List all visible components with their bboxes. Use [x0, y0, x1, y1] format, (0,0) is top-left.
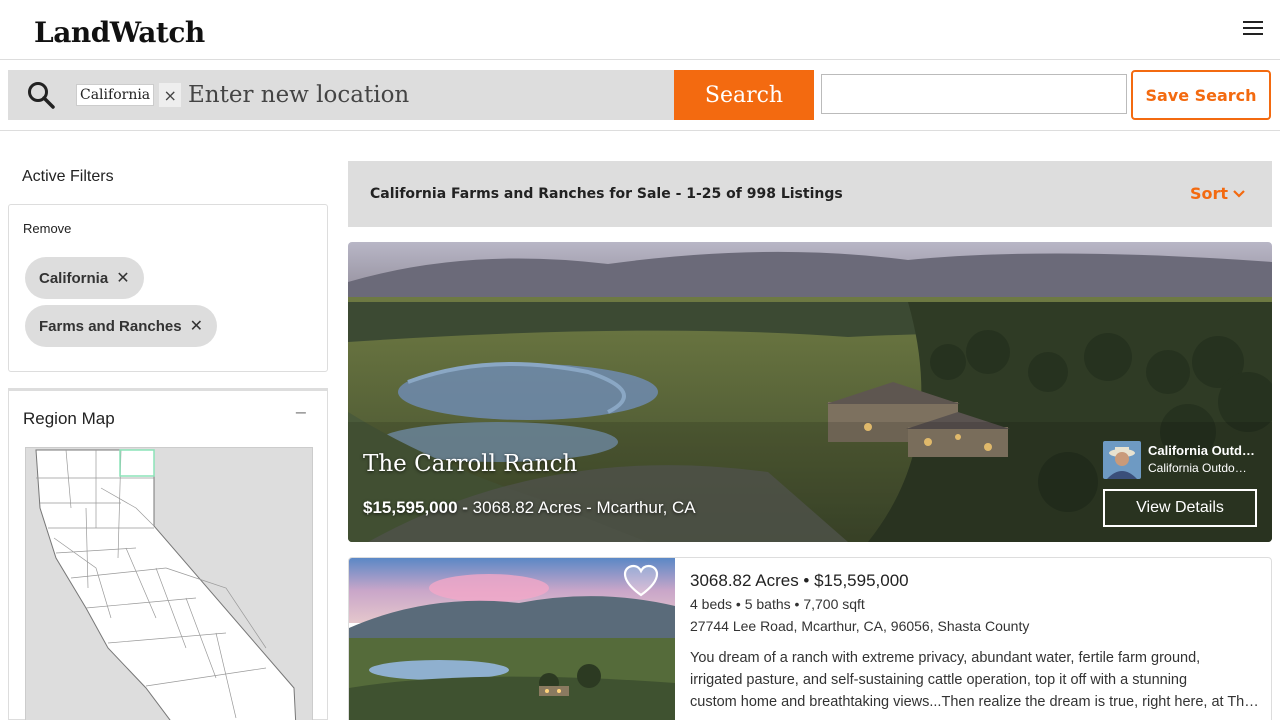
featured-price-value: $15,595,000 - — [363, 498, 468, 517]
favorite-heart-icon[interactable] — [623, 564, 659, 598]
featured-listing-card[interactable]: The Carroll Ranch $15,595,000 - 3068.82 … — [348, 242, 1272, 542]
results-title[interactable]: California Farms and Ranches for Sale - … — [370, 186, 843, 202]
divider — [0, 130, 1280, 131]
agent-company-name[interactable]: California Outdoor Properties — [1148, 443, 1256, 458]
search-button[interactable]: Search — [674, 70, 814, 120]
featured-listing-price[interactable]: $15,595,000 - 3068.82 Acres - Mcarthur, … — [363, 498, 696, 518]
search-icon[interactable] — [26, 80, 56, 110]
listing-address[interactable]: 27744 Lee Road, Mcarthur, CA, 96056, Sha… — [690, 618, 1029, 634]
listing-title[interactable]: 3068.82 Acres • $15,595,000 — [690, 571, 909, 591]
location-search-input[interactable] — [188, 78, 668, 112]
site-header: LandWatch — [0, 0, 1280, 60]
location-chip-label[interactable]: California — [76, 84, 155, 106]
active-filters-panel: Remove California ✕ Farms and Ranches ✕ — [8, 204, 328, 372]
landwatch-logo[interactable]: LandWatch — [34, 16, 205, 49]
filter-pill-farms-and-ranches[interactable]: Farms and Ranches ✕ — [25, 305, 217, 347]
agent-avatar[interactable] — [1103, 441, 1141, 479]
location-chip-remove-icon[interactable]: × — [159, 83, 182, 107]
listing-specs: 4 beds • 5 baths • 7,700 sqft — [690, 596, 865, 612]
search-bar: California × Search — [8, 70, 814, 120]
agent-photo — [1103, 441, 1141, 479]
featured-listing-name[interactable]: The Carroll Ranch — [363, 451, 577, 477]
collapse-minus-icon[interactable]: − — [290, 401, 312, 423]
hamburger-menu-icon[interactable] — [1239, 14, 1267, 42]
region-map-title[interactable]: Region Map — [23, 409, 115, 429]
close-icon[interactable]: ✕ — [116, 268, 129, 288]
listing-description-line: irrigated pasture, and self-sustaining c… — [690, 672, 1188, 688]
filter-pill-label: California — [39, 269, 109, 287]
california-county-map-graphic — [35, 449, 297, 720]
california-region-map[interactable] — [25, 447, 313, 720]
location-chip: California × — [76, 83, 182, 107]
filter-pill-california[interactable]: California ✕ — [25, 257, 144, 299]
save-search-button[interactable]: Save Search — [1131, 70, 1271, 120]
remove-filters-button[interactable]: Remove — [23, 221, 71, 236]
listing-description-line: custom home and breathtaking views...The… — [690, 694, 1262, 710]
sort-button[interactable]: Sort — [1190, 184, 1246, 203]
region-map-panel: Region Map − — [8, 388, 328, 720]
view-details-button[interactable]: View Details — [1103, 489, 1257, 527]
results-header: California Farms and Ranches for Sale - … — [348, 161, 1272, 227]
listing-card[interactable]: 3068.82 Acres • $15,595,000 4 beds • 5 b… — [348, 557, 1272, 720]
chevron-down-icon — [1233, 189, 1245, 198]
sort-label: Sort — [1190, 184, 1229, 203]
filter-pill-label: Farms and Ranches — [39, 317, 182, 335]
close-icon[interactable]: ✕ — [190, 316, 203, 336]
featured-acres-location: 3068.82 Acres - Mcarthur, CA — [472, 498, 696, 517]
active-filters-heading[interactable]: Active Filters — [22, 168, 114, 186]
listing-description-line: You dream of a ranch with extreme privac… — [690, 650, 1201, 666]
search-extra-field[interactable] — [821, 74, 1127, 114]
agent-company-subtitle[interactable]: California Outdoor Properties — [1148, 461, 1250, 475]
